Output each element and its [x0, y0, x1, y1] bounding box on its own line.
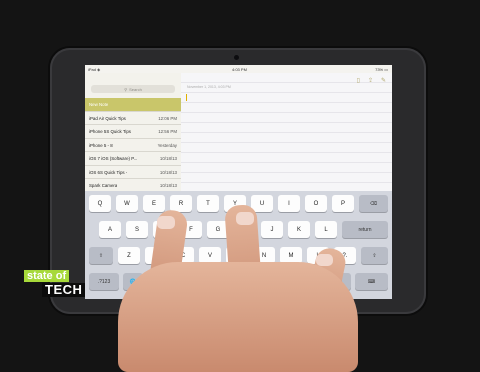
search-icon: ⚲ [124, 86, 128, 92]
note-title: iPhone 5 - 8 [89, 142, 113, 148]
share-icon[interactable]: ⇪ [368, 77, 373, 84]
status-bar: iPad ◈ 4:03 PM 73% ▭ [85, 65, 392, 73]
key[interactable]: W [116, 195, 138, 212]
note-date: 10/18/13 [159, 156, 177, 161]
note-title: iPad Air Quick Tips [89, 115, 126, 121]
front-camera [234, 55, 239, 60]
note-date: 10/18/13 [159, 169, 177, 175]
key[interactable]: Q [89, 195, 111, 212]
note-title: New Note [89, 102, 109, 107]
note-title: iOS 6S Quick Tips - [89, 169, 128, 175]
logo-line-2: TECH [42, 283, 86, 297]
key[interactable]: I [278, 195, 300, 212]
note-list-item[interactable]: New Note [85, 98, 181, 112]
note-list-item[interactable]: iOS 7 iOS (Software) P... 10/18/13 [85, 152, 181, 166]
key[interactable]: E [143, 195, 165, 212]
text-caret [186, 94, 187, 101]
note-title: Spark Camera [89, 183, 118, 188]
status-battery: 73% ▭ [375, 66, 388, 72]
note-date: 10/18/13 [159, 183, 177, 188]
logo-line-1: state of [24, 270, 70, 282]
shift-key[interactable]: ⇧ [361, 247, 388, 264]
key[interactable]: A [99, 221, 121, 238]
search-placeholder: Search [129, 86, 142, 92]
fingernail [316, 254, 333, 266]
note-title: iOS 7 iOS (Software) P... [89, 156, 138, 161]
return-key[interactable]: return [342, 221, 388, 238]
key[interactable]: S [126, 221, 148, 238]
shift-key[interactable]: ⇧ [89, 247, 113, 264]
note-timestamp: November 1, 2013, 4:03 PM [187, 85, 231, 89]
key[interactable]: Z [118, 247, 140, 264]
note-title: iPhone 5S Quick Tips [89, 129, 131, 134]
key[interactable]: O [305, 195, 327, 212]
key[interactable]: K [288, 221, 310, 238]
key[interactable]: J [261, 221, 283, 238]
state-of-tech-logo: state of TECH [24, 270, 87, 298]
status-time: 4:03 PM [232, 66, 247, 72]
note-date: 12:56 PM [158, 129, 177, 134]
key[interactable]: T [197, 195, 219, 212]
note-list-item[interactable]: iOS 6S Quick Tips - 10/18/13 [85, 166, 181, 179]
note-list-item[interactable]: iPhone 5 - 8 Yesterday [85, 139, 181, 152]
note-date: 12:06 PM [158, 115, 177, 121]
note-date: Yesterday [157, 142, 177, 148]
backspace-key[interactable]: ⌫ [359, 195, 388, 212]
hand-palm [118, 262, 358, 372]
note-list: New Note iPad Air Quick Tips 12:06 PM iP… [85, 98, 181, 193]
compose-icon[interactable]: ✎ [381, 77, 386, 84]
key[interactable]: L [315, 221, 337, 238]
key[interactable]: P [332, 195, 354, 212]
editor-toolbar: ▯ ⇪ ✎ [357, 77, 386, 84]
search-input[interactable]: ⚲ Search [91, 85, 175, 93]
trash-icon[interactable]: ▯ [357, 77, 360, 84]
fingernail [157, 216, 175, 229]
note-list-item[interactable]: iPhone 5S Quick Tips 12:56 PM [85, 125, 181, 139]
status-device: iPad ◈ [88, 66, 101, 72]
note-list-item[interactable]: iPad Air Quick Tips 12:06 PM [85, 112, 181, 125]
fingernail [236, 212, 254, 225]
hide-keyboard-icon[interactable]: ⌨ [355, 273, 388, 290]
numbers-key[interactable]: .?123 [89, 273, 119, 290]
